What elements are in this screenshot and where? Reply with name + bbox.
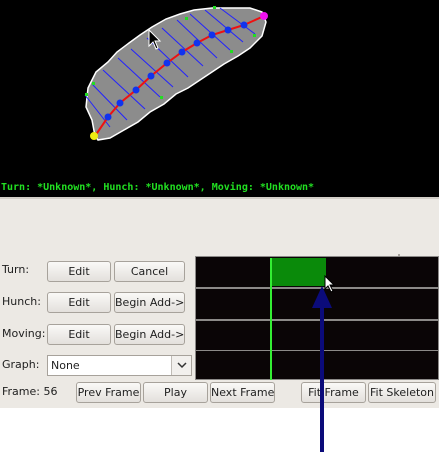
prev-frame-button[interactable]: Prev Frame — [76, 382, 141, 403]
moving-label: Moving: — [2, 327, 46, 340]
turn-timeline-segment[interactable] — [272, 258, 326, 286]
play-button[interactable]: Play — [143, 382, 208, 403]
head-marker — [260, 12, 268, 20]
next-frame-button[interactable]: Next Frame — [210, 382, 275, 403]
frame-label: Frame: 56 — [2, 385, 58, 398]
tail-marker — [90, 132, 98, 140]
up-arrow-icon — [312, 286, 332, 452]
graph-label: Graph: — [2, 358, 40, 371]
moving-begin-add-button[interactable]: Begin Add-> — [114, 324, 185, 345]
chevron-down-icon[interactable] — [171, 356, 191, 375]
playhead[interactable] — [270, 258, 272, 380]
turn-label: Turn: — [2, 263, 30, 276]
moving-edit-button[interactable]: Edit — [47, 324, 111, 345]
video-viewer[interactable]: Turn: *Unknown*, Hunch: *Unknown*, Movin… — [0, 0, 439, 197]
behavior-status: Turn: *Unknown*, Hunch: *Unknown*, Movin… — [1, 182, 315, 193]
worm-body — [85, 7, 267, 141]
graph-select[interactable]: None — [47, 355, 192, 376]
hunch-begin-add-button[interactable]: Begin Add-> — [114, 292, 185, 313]
turn-cancel-button[interactable]: Cancel — [114, 261, 185, 282]
turn-timeline-track[interactable] — [195, 256, 439, 288]
fit-skeleton-button[interactable]: Fit Skeleton — [368, 382, 436, 403]
turn-edit-button[interactable]: Edit — [47, 261, 111, 282]
panel-divider — [0, 197, 439, 199]
worm-skeleton-view — [84, 6, 268, 141]
fit-frame-button[interactable]: Fit Frame — [301, 382, 366, 403]
hunch-label: Hunch: — [2, 295, 41, 308]
hunch-edit-button[interactable]: Edit — [47, 292, 111, 313]
graph-select-value: None — [51, 359, 80, 372]
